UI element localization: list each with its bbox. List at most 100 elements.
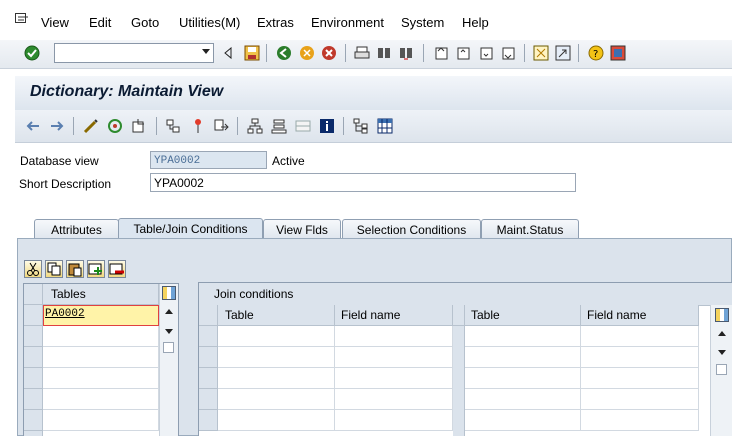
column-header-field-name-2[interactable]: Field name [581,305,699,326]
find-icon[interactable] [376,45,392,61]
info-icon[interactable] [319,118,335,134]
table-row[interactable] [581,326,699,347]
scroll-up-icon[interactable] [165,309,173,314]
back-icon[interactable] [276,45,292,61]
table-settings-icon[interactable] [162,286,176,300]
tables-scrollbar[interactable] [159,284,178,436]
row-selector[interactable] [24,368,43,389]
row-selector[interactable] [24,431,43,436]
table-row[interactable] [335,368,453,389]
table-row[interactable] [43,326,159,347]
row-selector[interactable] [199,347,218,368]
menu-view[interactable]: View [41,15,69,30]
table-row[interactable] [43,410,159,431]
table-row[interactable] [581,389,699,410]
table-row[interactable] [43,347,159,368]
table-row[interactable] [335,389,453,410]
tab-table-join-conditions[interactable]: Table/Join Conditions [118,218,263,240]
table-row[interactable] [43,368,159,389]
enter-check-icon[interactable] [24,45,40,61]
table-row[interactable] [43,389,159,410]
last-page-icon[interactable] [500,45,516,61]
row-selector[interactable] [199,389,218,410]
activate-icon[interactable] [107,118,123,134]
menu-edit[interactable]: Edit [89,15,111,30]
navigate-icon[interactable] [213,118,229,134]
table-row[interactable] [218,326,335,347]
previous-page-icon[interactable] [455,45,471,61]
row-selector[interactable] [24,389,43,410]
row-selector[interactable] [24,305,43,326]
exit-icon[interactable] [299,45,315,61]
stack-icon[interactable] [271,118,287,134]
table-row[interactable] [581,347,699,368]
tables-column-header[interactable]: Tables [43,284,159,305]
row-selector[interactable] [199,410,218,431]
tab-selection-conditions[interactable]: Selection Conditions [342,219,481,239]
table-row[interactable] [335,410,453,431]
scroll-thumb[interactable] [163,342,174,353]
table-row[interactable] [465,368,581,389]
scroll-down-icon[interactable] [718,350,726,355]
tree-icon[interactable] [353,118,369,134]
collapse-left-icon[interactable] [220,45,236,61]
copy-icon[interactable] [45,260,63,278]
menu-icon[interactable] [15,13,29,25]
row-selector[interactable] [199,326,218,347]
table-row[interactable] [218,410,335,431]
table-row[interactable] [465,326,581,347]
table-name-cell[interactable]: PA0002 [45,308,85,320]
table-row[interactable] [335,326,453,347]
row-selector[interactable] [24,326,43,347]
save-icon[interactable] [244,45,260,61]
table-row[interactable] [465,347,581,368]
grid-icon[interactable] [377,118,393,134]
next-page-icon[interactable] [478,45,494,61]
menu-extras[interactable]: Extras [257,15,294,30]
column-header-table-2[interactable]: Table [465,305,581,326]
delete-row-icon[interactable] [108,260,126,278]
layout-icon[interactable] [610,45,626,61]
tab-maint-status[interactable]: Maint.Status [481,219,579,239]
database-view-field[interactable]: YPA0002 [150,151,267,169]
table-row[interactable] [465,410,581,431]
print-icon[interactable] [354,45,370,61]
table-row[interactable] [218,389,335,410]
row-selector[interactable] [199,368,218,389]
menu-goto[interactable]: Goto [131,15,159,30]
table-row[interactable] [218,347,335,368]
shortcut-icon[interactable] [555,45,571,61]
arrow-right-icon[interactable] [49,118,65,134]
tab-attributes[interactable]: Attributes [34,219,119,239]
scroll-up-icon[interactable] [718,331,726,336]
short-description-field[interactable]: YPA0002 [150,173,576,192]
cancel-icon[interactable] [321,45,337,61]
row-selector[interactable] [24,347,43,368]
first-page-icon[interactable] [433,45,449,61]
menu-system[interactable]: System [401,15,444,30]
tab-view-flds[interactable]: View Flds [263,219,341,239]
table-row[interactable] [335,347,453,368]
scroll-down-icon[interactable] [165,329,173,334]
table-row[interactable] [465,389,581,410]
menu-utilities[interactable]: Utilities(M) [179,15,240,30]
arrow-left-icon[interactable] [25,118,41,134]
column-header-table[interactable]: Table [218,305,335,326]
other-object-icon[interactable] [131,118,147,134]
hierarchy-icon[interactable] [247,118,263,134]
table-settings-icon[interactable] [715,308,729,322]
menu-help[interactable]: Help [462,15,489,30]
command-field[interactable] [54,43,214,63]
table-row[interactable]: PA0002 [43,305,159,326]
join-scrollbar[interactable] [710,305,732,436]
row-selector[interactable] [24,410,43,431]
table-row[interactable] [218,368,335,389]
insert-row-icon[interactable] [87,260,105,278]
find-next-icon[interactable] [398,45,414,61]
cut-icon[interactable] [24,260,42,278]
display-change-icon[interactable] [83,118,99,134]
column-header-field-name[interactable]: Field name [335,305,453,326]
menu-environment[interactable]: Environment [311,15,384,30]
table-row[interactable] [581,368,699,389]
help-icon[interactable]: ? [588,45,604,61]
